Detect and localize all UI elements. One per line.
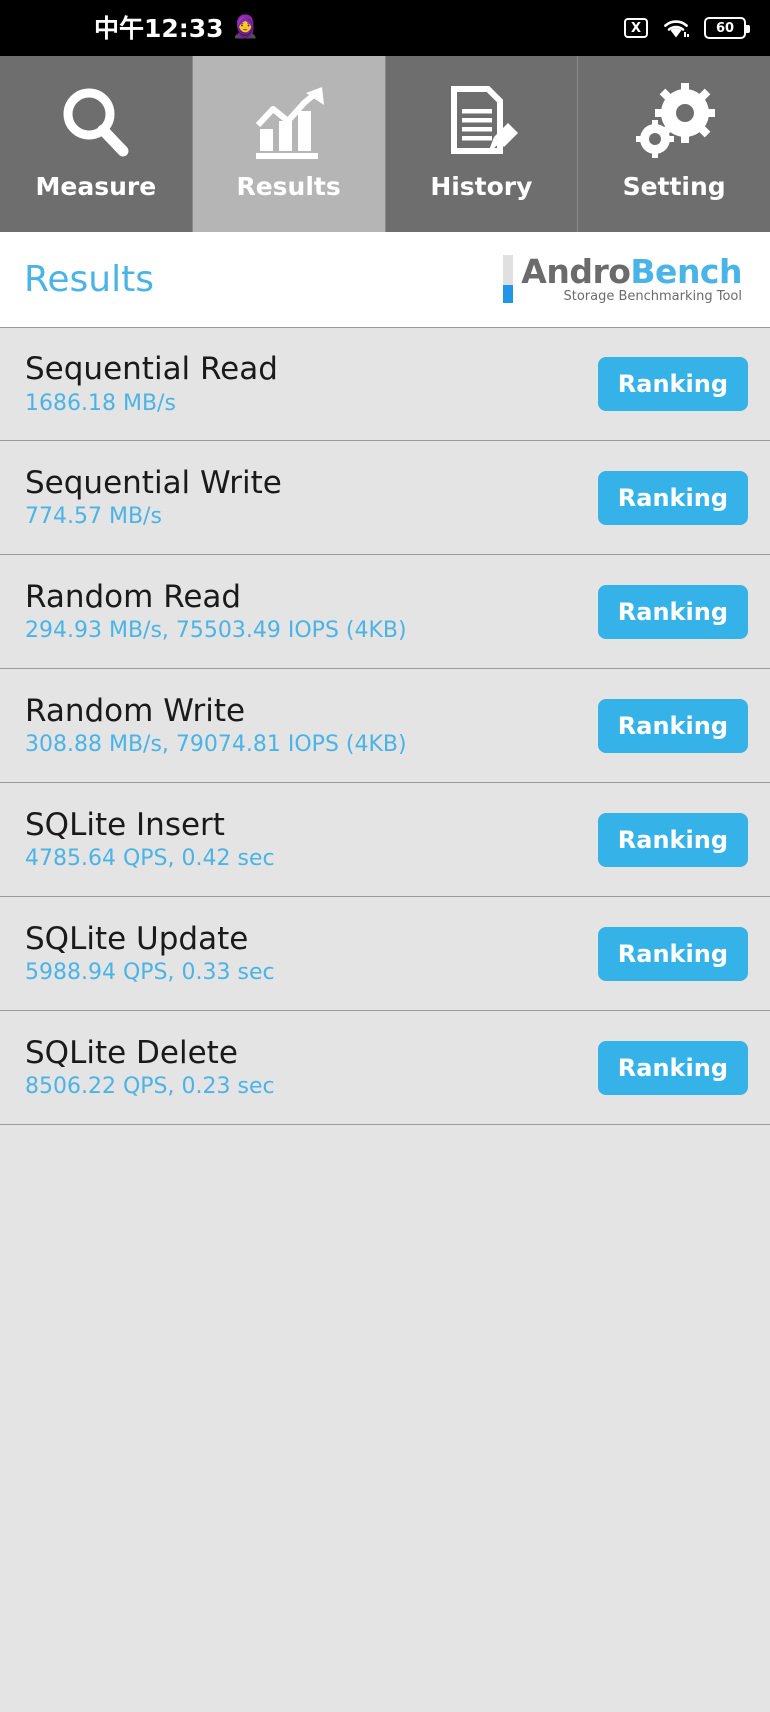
tab-setting-label: Setting: [622, 172, 726, 201]
empty-area: [0, 1125, 770, 1712]
tab-results-label: Results: [236, 172, 341, 201]
document-pencil-icon: [438, 78, 524, 170]
gears-icon: [631, 78, 717, 170]
table-row[interactable]: Random Read 294.93 MB/s, 75503.49 IOPS (…: [0, 555, 770, 669]
battery-icon: 60: [704, 17, 750, 39]
magnifier-icon: [53, 78, 139, 170]
results-list: Sequential Read 1686.18 MB/s Ranking Seq…: [0, 327, 770, 1125]
logo-accent-bar: [503, 254, 514, 303]
result-name: Random Read: [25, 578, 242, 615]
app-screen: 中午12:33 🧕 X 60 Measure Results History S…: [0, 0, 770, 1712]
logo-tagline: Storage Benchmarking Tool: [563, 289, 742, 305]
status-bar-left: 中午12:33 🧕: [94, 16, 259, 41]
table-row[interactable]: Random Write 308.88 MB/s, 79074.81 IOPS …: [0, 669, 770, 783]
battery-level: 60: [715, 20, 735, 36]
ranking-button[interactable]: Ranking: [597, 698, 748, 753]
wifi-icon: [662, 17, 690, 39]
row-texts: SQLite Update 5988.94 QPS, 0.33 sec: [25, 923, 275, 985]
ranking-button[interactable]: Ranking: [597, 584, 748, 639]
page-title: Results: [24, 259, 154, 300]
tab-measure-label: Measure: [35, 172, 157, 201]
tab-results[interactable]: Results: [192, 56, 386, 232]
table-row[interactable]: SQLite Update 5988.94 QPS, 0.33 sec Rank…: [0, 897, 770, 1011]
row-texts: SQLite Delete 8506.22 QPS, 0.23 sec: [25, 1037, 275, 1099]
row-texts: Sequential Read 1686.18 MB/s: [25, 353, 278, 415]
logo-andro: Andro: [521, 251, 631, 291]
androbench-logo: AndroBench Storage Benchmarking Tool: [503, 251, 746, 305]
clock: 中午12:33: [94, 13, 224, 43]
ranking-button[interactable]: Ranking: [597, 357, 748, 411]
result-name: Sequential Read: [25, 351, 278, 388]
profile-emoji-icon: 🧕: [231, 15, 259, 40]
result-value: 4785.64 QPS, 0.42 sec: [25, 846, 275, 872]
result-value: 774.57 MB/s: [25, 504, 162, 530]
bar-chart-arrow-icon: [246, 78, 332, 170]
table-row[interactable]: SQLite Delete 8506.22 QPS, 0.23 sec Rank…: [0, 1011, 770, 1125]
result-name: SQLite Update: [25, 920, 249, 957]
row-texts: Random Read 294.93 MB/s, 75503.49 IOPS (…: [25, 581, 407, 643]
tab-measure[interactable]: Measure: [0, 56, 193, 232]
result-name: Random Write: [25, 692, 246, 729]
row-texts: Random Write 308.88 MB/s, 79074.81 IOPS …: [25, 695, 407, 757]
tab-history-label: History: [430, 172, 533, 201]
row-texts: Sequential Write 774.57 MB/s: [25, 467, 282, 529]
result-name: Sequential Write: [25, 464, 282, 501]
logo-text: AndroBench Storage Benchmarking Tool: [521, 251, 742, 305]
tab-history[interactable]: History: [385, 56, 579, 232]
result-name: SQLite Delete: [25, 1034, 238, 1071]
tab-setting[interactable]: Setting: [578, 56, 770, 232]
table-row[interactable]: Sequential Read 1686.18 MB/s Ranking: [0, 327, 770, 441]
row-texts: SQLite Insert 4785.64 QPS, 0.42 sec: [25, 809, 275, 871]
page-header: Results AndroBench Storage Benchmarking …: [0, 232, 770, 327]
ranking-button[interactable]: Ranking: [597, 812, 748, 867]
ranking-button[interactable]: Ranking: [597, 470, 748, 525]
ranking-button[interactable]: Ranking: [597, 1040, 748, 1095]
mute-icon: X: [624, 18, 648, 38]
result-value: 294.93 MB/s, 75503.49 IOPS (4KB): [25, 618, 407, 644]
logo-bench: Bench: [630, 251, 742, 291]
status-bar: 中午12:33 🧕 X 60: [0, 0, 770, 56]
ranking-button[interactable]: Ranking: [597, 926, 748, 981]
status-bar-right: X 60: [624, 17, 750, 39]
logo-wordmark: AndroBench: [521, 251, 742, 291]
table-row[interactable]: SQLite Insert 4785.64 QPS, 0.42 sec Rank…: [0, 783, 770, 897]
table-row[interactable]: Sequential Write 774.57 MB/s Ranking: [0, 441, 770, 555]
result-value: 308.88 MB/s, 79074.81 IOPS (4KB): [25, 732, 407, 758]
result-value: 5988.94 QPS, 0.33 sec: [25, 960, 275, 986]
result-name: SQLite Insert: [25, 806, 225, 843]
result-value: 8506.22 QPS, 0.23 sec: [25, 1074, 275, 1100]
result-value: 1686.18 MB/s: [25, 390, 176, 416]
main-tab-bar: Measure Results History Setting: [0, 56, 770, 232]
